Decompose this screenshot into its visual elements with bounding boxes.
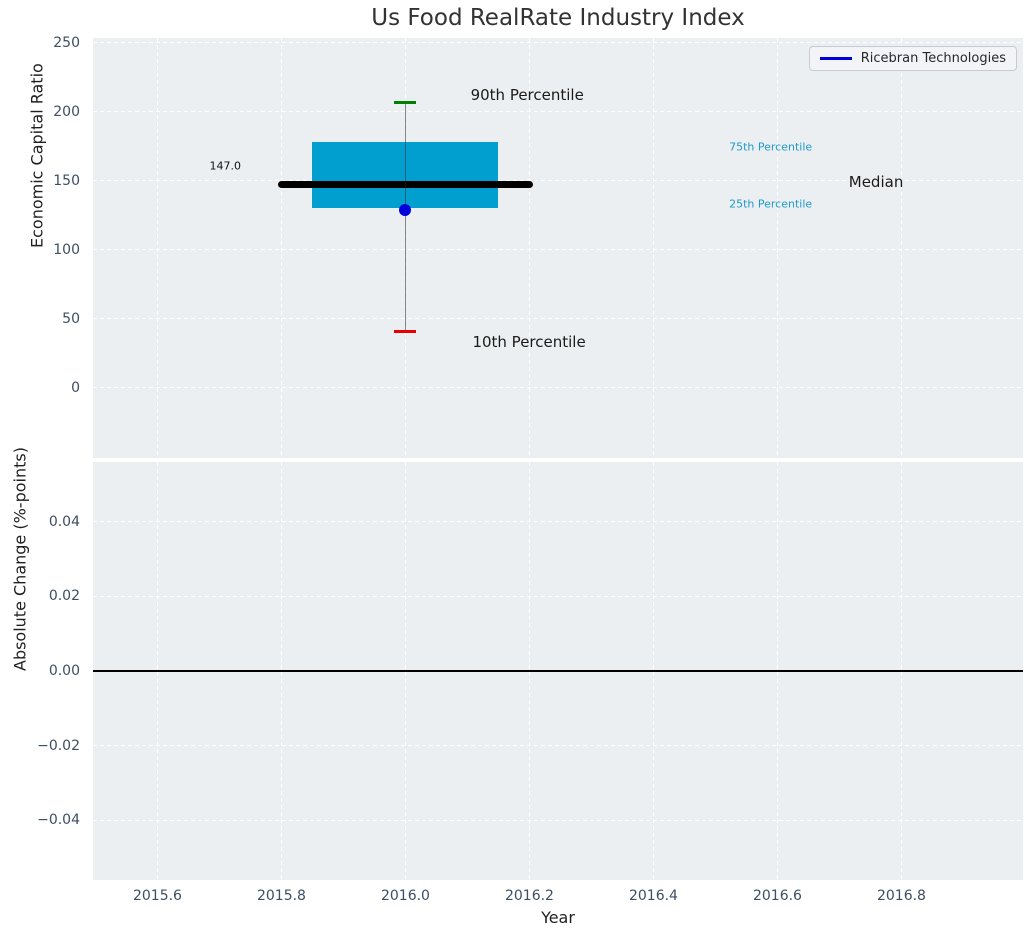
gridline-horizontal xyxy=(93,596,1023,597)
legend: Ricebran Technologies xyxy=(809,46,1017,71)
y-tick-label: 0.04 xyxy=(25,512,80,532)
bottom-axes: 0.040.020.00−0.02−0.042015.62015.82016.0… xyxy=(93,462,1023,880)
boxplot-whisker-line xyxy=(405,102,406,331)
x-tick-label: 2016.6 xyxy=(737,888,817,904)
gridline-vertical xyxy=(653,38,654,458)
x-tick-label: 2015.6 xyxy=(117,888,197,904)
bottom-plot-area xyxy=(93,462,1023,880)
gridline-vertical xyxy=(901,38,902,458)
gridline-vertical xyxy=(281,38,282,458)
y-tick-label: 0.02 xyxy=(25,586,80,606)
legend-label: Ricebran Technologies xyxy=(861,51,1006,66)
x-tick-label: 2015.8 xyxy=(241,888,321,904)
y-tick-label: 250 xyxy=(25,33,80,53)
annotation-75th-percentile: 75th Percentile xyxy=(729,140,812,153)
x-tick-label: 2016.2 xyxy=(489,888,569,904)
gridline-horizontal xyxy=(93,249,1023,250)
annotation-25th-percentile: 25th Percentile xyxy=(729,198,812,211)
y-tick-label: −0.02 xyxy=(25,736,80,756)
top-axes: 90th Percentile 10th Percentile Median 75th… xyxy=(93,38,1023,458)
boxplot-cap-10th xyxy=(394,330,416,333)
boxplot-cap-90th xyxy=(394,101,416,104)
gridline-vertical xyxy=(157,38,158,458)
y-tick-label: 50 xyxy=(25,309,80,329)
gridline-horizontal xyxy=(93,745,1023,746)
gridline-vertical xyxy=(777,38,778,458)
y-tick-label: −0.04 xyxy=(25,810,80,830)
y-tick-label: 0 xyxy=(25,378,80,398)
chart-title: Us Food RealRate Industry Index xyxy=(93,5,1023,31)
legend-line-swatch xyxy=(820,57,852,60)
annotation-10th-percentile: 10th Percentile xyxy=(472,333,585,351)
gridline-horizontal xyxy=(93,521,1023,522)
annotation-90th-percentile: 90th Percentile xyxy=(471,86,584,104)
gridline-horizontal xyxy=(93,111,1023,112)
x-tick-label: 2016.0 xyxy=(365,888,445,904)
figure: Us Food RealRate Industry Index 90th Per… xyxy=(0,0,1034,942)
top-plot-area: 90th Percentile 10th Percentile Median 75th… xyxy=(93,38,1023,458)
gridline-horizontal xyxy=(93,42,1023,43)
x-tick-label: 2016.8 xyxy=(861,888,941,904)
annotation-median: Median xyxy=(849,173,904,191)
x-axis-label: Year xyxy=(93,908,1023,927)
gridline-horizontal xyxy=(93,318,1023,319)
gridline-horizontal xyxy=(93,820,1023,821)
x-tick-label: 2016.4 xyxy=(613,888,693,904)
y-tick-label: 0.00 xyxy=(25,661,80,681)
annotation-147-0: 147.0 xyxy=(210,160,242,173)
gridline-horizontal xyxy=(93,387,1023,388)
company-data-point xyxy=(399,204,411,216)
zero-line xyxy=(93,670,1023,672)
